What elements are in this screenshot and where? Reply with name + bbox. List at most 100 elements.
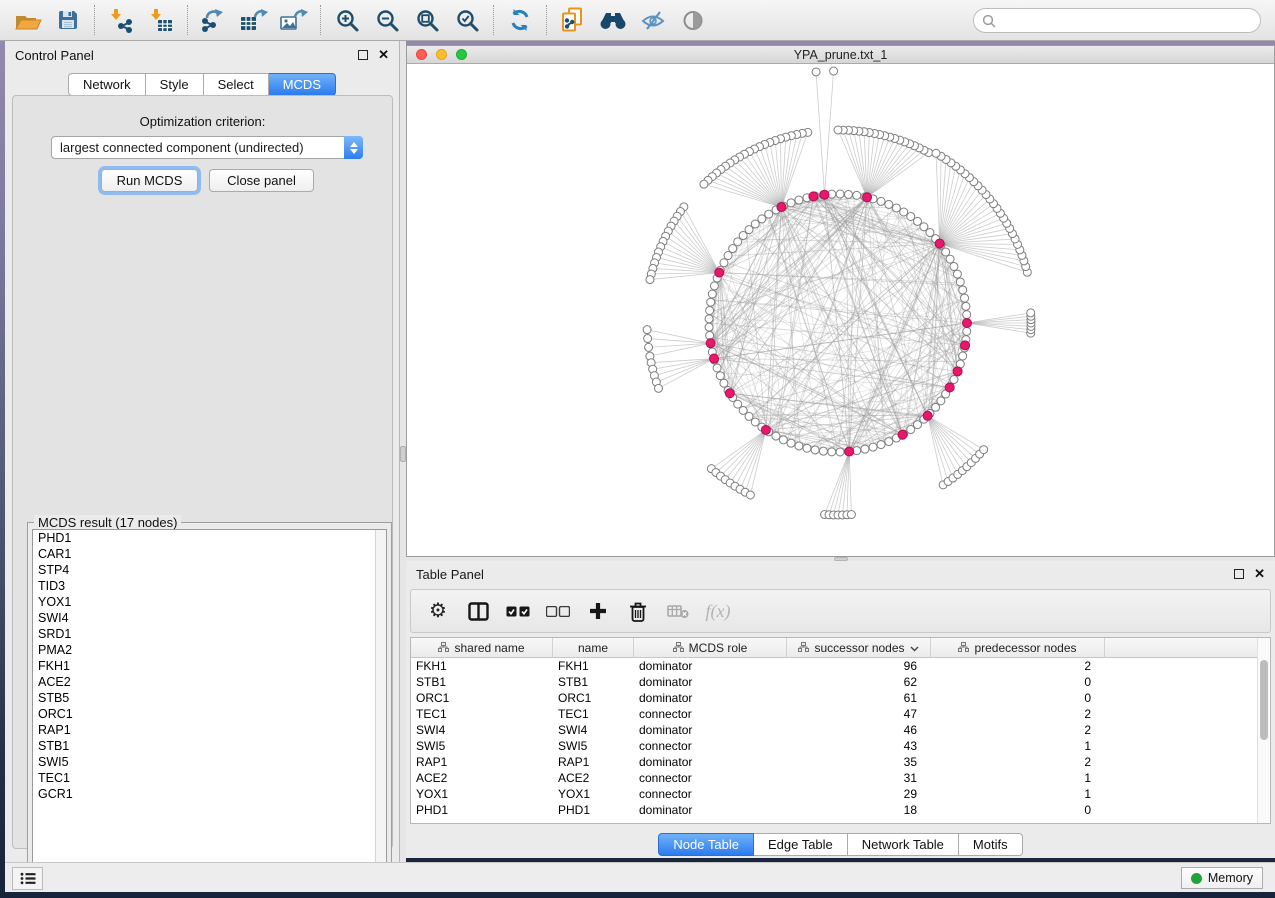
cell-name[interactable]: PHD1 (553, 802, 634, 818)
table-row[interactable]: SWI4SWI4dominator462 (411, 722, 1270, 738)
table-row[interactable]: TEC1TEC1connector472 (411, 706, 1270, 722)
cell-predecessor-nodes[interactable]: 0 (931, 802, 1105, 818)
graph-node[interactable] (710, 282, 718, 290)
export-table-icon[interactable] (234, 3, 274, 37)
graph-node[interactable] (705, 323, 713, 331)
graph-node[interactable] (716, 372, 724, 380)
column-header-name[interactable]: name (553, 638, 634, 658)
graph-hub-node[interactable] (706, 339, 715, 348)
graph-node[interactable] (844, 190, 852, 198)
cell-successor-nodes[interactable]: 61 (787, 690, 931, 706)
tab-network-table[interactable]: Network Table (848, 833, 959, 856)
cell-name[interactable]: ACE2 (553, 770, 634, 786)
show-panels-list-button[interactable] (12, 867, 43, 890)
open-session-icon[interactable] (8, 3, 48, 37)
graph-node[interactable] (729, 245, 737, 253)
cell-name[interactable]: ORC1 (553, 690, 634, 706)
tab-select[interactable]: Select (204, 73, 269, 96)
save-session-icon[interactable] (48, 3, 88, 37)
graph-node[interactable] (953, 270, 961, 278)
close-table-panel-icon[interactable]: ✕ (1254, 569, 1265, 579)
tab-edge-table[interactable]: Edge Table (754, 833, 848, 856)
table-row[interactable]: RAP1RAP1dominator352 (411, 754, 1270, 770)
graph-leaf-node[interactable] (655, 384, 663, 392)
graph-leaf-node[interactable] (830, 67, 838, 75)
graph-hub-node[interactable] (845, 447, 854, 456)
import-table-icon[interactable] (141, 3, 181, 37)
cell-predecessor-nodes[interactable]: 2 (931, 706, 1105, 722)
graph-node[interactable] (869, 443, 877, 451)
graph-leaf-node[interactable] (980, 446, 988, 454)
graph-node[interactable] (892, 204, 900, 212)
mcds-result-item[interactable]: TEC1 (33, 770, 386, 786)
graph-node[interactable] (861, 445, 869, 453)
graph-node[interactable] (937, 397, 945, 405)
graph-leaf-node[interactable] (1027, 309, 1035, 317)
tab-mcds[interactable]: MCDS (269, 73, 336, 96)
graph-leaf-node[interactable] (646, 276, 654, 284)
table-row[interactable]: ORC1ORC1dominator610 (411, 690, 1270, 706)
cell-shared-name[interactable]: TEC1 (411, 706, 553, 722)
cell-name[interactable]: FKH1 (553, 658, 634, 674)
graph-node[interactable] (811, 446, 819, 454)
mcds-result-item[interactable]: SWI4 (33, 610, 386, 626)
column-header-MCDS-role[interactable]: MCDS role (634, 638, 787, 658)
table-row[interactable]: STB1STB1dominator620 (411, 674, 1270, 690)
network-canvas[interactable] (407, 64, 1274, 556)
graph-hub-node[interactable] (963, 319, 972, 328)
cell-successor-nodes[interactable]: 62 (787, 674, 931, 690)
cell-successor-nodes[interactable]: 46 (787, 722, 931, 738)
cell-MCDS-role[interactable]: dominator (634, 674, 787, 690)
tab-motifs[interactable]: Motifs (959, 833, 1023, 856)
cell-shared-name[interactable]: PHD1 (411, 802, 553, 818)
cell-predecessor-nodes[interactable]: 2 (931, 722, 1105, 738)
graph-hub-node[interactable] (809, 192, 818, 201)
show-panel-icon[interactable] (673, 3, 713, 37)
hide-panel-icon[interactable] (633, 3, 673, 37)
cell-MCDS-role[interactable]: connector (634, 706, 787, 722)
cell-MCDS-role[interactable]: connector (634, 786, 787, 802)
cell-predecessor-nodes[interactable]: 1 (931, 770, 1105, 786)
table-settings-gear-icon[interactable]: ⚙ (425, 598, 451, 624)
search-box[interactable] (973, 8, 1261, 33)
graph-node[interactable] (720, 259, 728, 267)
mcds-result-item[interactable]: STP4 (33, 562, 386, 578)
table-scrollbar-thumb[interactable] (1260, 660, 1268, 740)
graph-hub-node[interactable] (777, 203, 786, 212)
cell-MCDS-role[interactable]: dominator (634, 690, 787, 706)
graph-hub-node[interactable] (761, 425, 770, 434)
cell-name[interactable]: YOX1 (553, 786, 634, 802)
graph-node[interactable] (779, 436, 787, 444)
cell-shared-name[interactable]: YOX1 (411, 786, 553, 802)
mcds-result-item[interactable]: SRD1 (33, 626, 386, 642)
cell-shared-name[interactable]: FKH1 (411, 658, 553, 674)
graph-node[interactable] (853, 191, 861, 199)
close-panel-button[interactable]: Close panel (209, 169, 314, 192)
cell-name[interactable]: STB1 (553, 674, 634, 690)
optimization-criterion-select[interactable]: largest connected component (undirected) (51, 136, 363, 159)
graph-node[interactable] (956, 278, 964, 286)
graph-node[interactable] (836, 448, 844, 456)
column-header-successor-nodes[interactable]: successor nodes (787, 638, 931, 658)
mcds-result-item[interactable]: ORC1 (33, 706, 386, 722)
mcds-result-item[interactable]: GCR1 (33, 786, 386, 802)
graph-hub-node[interactable] (715, 268, 724, 277)
export-image-icon[interactable] (274, 3, 314, 37)
tab-node-table[interactable]: Node Table (658, 833, 754, 856)
tab-style[interactable]: Style (146, 73, 204, 96)
graph-node[interactable] (963, 311, 971, 319)
graph-leaf-node[interactable] (700, 180, 708, 188)
cell-successor-nodes[interactable]: 96 (787, 658, 931, 674)
network-window-titlebar[interactable]: YPA_prune.txt_1 (407, 46, 1274, 64)
graph-node[interactable] (877, 197, 885, 205)
mcds-result-item[interactable]: YOX1 (33, 594, 386, 610)
tab-network[interactable]: Network (68, 73, 146, 96)
column-header-shared-name[interactable]: shared name (411, 638, 553, 658)
graph-node[interactable] (803, 444, 811, 452)
column-header-predecessor-nodes[interactable]: predecessor nodes (931, 638, 1105, 658)
zoom-fit-icon[interactable] (407, 3, 447, 37)
graph-node[interactable] (707, 298, 715, 306)
graph-hub-node[interactable] (953, 367, 962, 376)
cell-predecessor-nodes[interactable]: 0 (931, 690, 1105, 706)
cell-MCDS-role[interactable]: connector (634, 770, 787, 786)
